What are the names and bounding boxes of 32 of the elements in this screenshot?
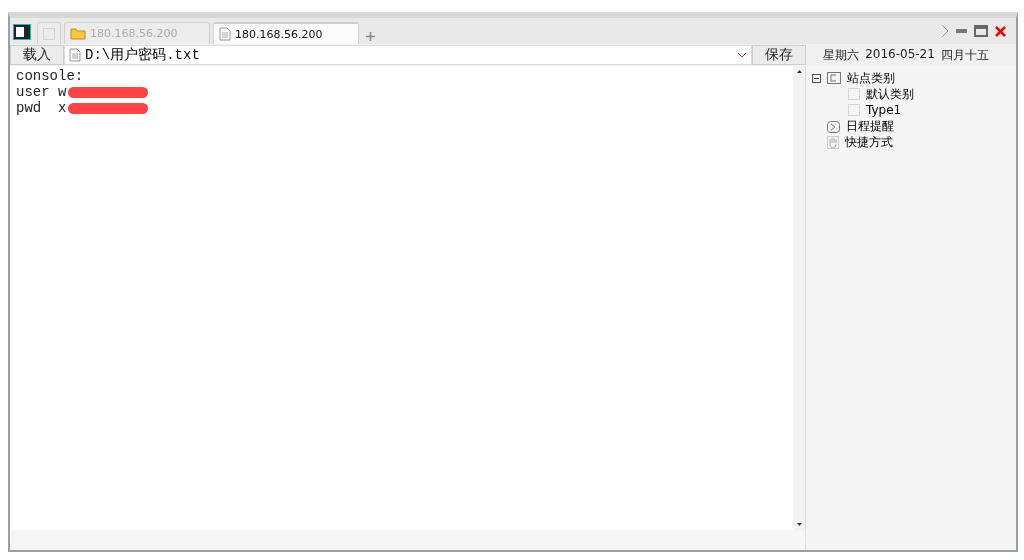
tab[interactable]: 180.168.56.200 — [213, 22, 359, 44]
text-line: console: — [16, 68, 84, 84]
tree-item[interactable]: 日程提醒 — [846, 117, 894, 135]
folder-icon — [70, 27, 86, 40]
clock-icon — [827, 119, 840, 133]
dotted-square-icon — [43, 27, 55, 40]
text-line: pwd x — [16, 100, 67, 116]
tree-item[interactable]: 快捷方式 — [845, 133, 893, 151]
tree-item[interactable]: 默认类别 — [866, 85, 914, 103]
tree-item[interactable]: Type1 — [866, 103, 902, 117]
path-field[interactable]: D:\用户密码.txt — [85, 47, 733, 63]
lunar-date: 四月十五 — [940, 46, 989, 64]
collapse-icon[interactable] — [812, 73, 821, 83]
scroll-up-icon[interactable] — [796, 70, 802, 73]
document-icon — [69, 48, 81, 62]
hand-icon — [827, 135, 839, 149]
frame-icon — [827, 72, 841, 84]
scroll-down-icon[interactable] — [796, 523, 802, 526]
weekday: 星期六 — [823, 46, 860, 64]
load-button[interactable]: 载入 — [10, 45, 64, 65]
tree-item[interactable]: 站点类别 — [847, 69, 895, 87]
panel-toggle-icon[interactable] — [14, 25, 30, 39]
maximize-icon[interactable] — [974, 25, 988, 37]
save-button[interactable]: 保存 — [752, 45, 806, 65]
path-field[interactable]: D:\用户密码.txt — [64, 45, 752, 65]
document-icon — [219, 27, 231, 41]
close-icon[interactable] — [995, 25, 1006, 37]
new-tab-icon[interactable] — [366, 32, 375, 41]
date: 2016-05-21 — [865, 46, 935, 63]
dotted-square-icon — [848, 104, 860, 116]
dotted-square-icon — [848, 88, 860, 100]
text-line: user w — [16, 84, 67, 100]
